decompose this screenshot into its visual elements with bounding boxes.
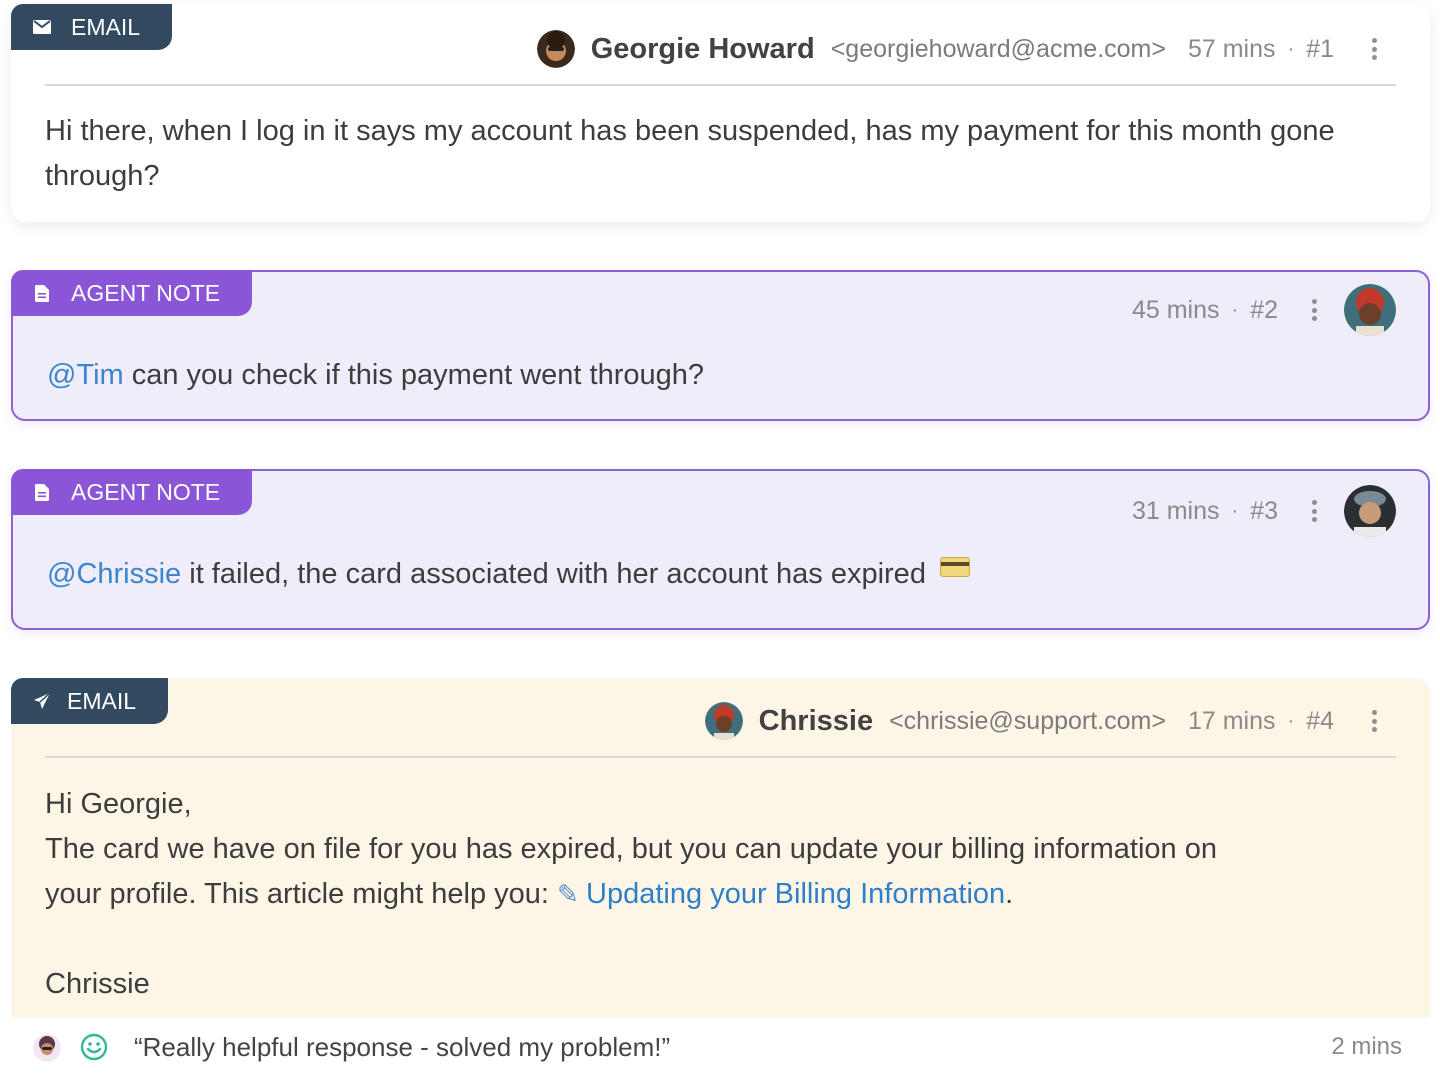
separator: · [1287,709,1295,732]
email-tag: EMAIL [11,4,173,50]
body-line: your profile. This article might help yo… [45,872,1415,917]
separator: · [1231,298,1239,321]
tag-label: EMAIL [71,13,141,40]
paper-plane-icon [33,692,51,710]
sender-name[interactable]: Chrissie [759,705,873,738]
signature: Chrissie [45,968,150,1000]
mention[interactable]: @Chrissie [47,558,181,590]
message-body: Hi Georgie, The card we have on file for… [45,782,1415,1007]
note-text: it failed, the card associated with her … [181,558,926,590]
sender-email: <chrissie@support.com> [889,706,1166,735]
feedback-quote: “Really helpful response - solved my pro… [134,1032,671,1062]
tag-label: AGENT NOTE [71,279,221,306]
message-number: #3 [1250,496,1278,525]
message-time: 17 mins [1187,706,1276,735]
message-time: 45 mins [1131,295,1220,324]
document-icon [33,483,51,501]
avatar[interactable] [1344,284,1396,336]
message-2: AGENT NOTE 45 mins · #2 @Tim can you che… [11,270,1430,421]
greeting: Hi Georgie, [45,788,192,820]
more-options-icon[interactable] [1372,38,1378,60]
sender-name[interactable]: Georgie Howard [591,33,815,66]
message-1: EMAIL Georgie Howard <georgiehoward@acme… [11,4,1430,222]
avatar[interactable] [33,1034,61,1062]
tag-label: AGENT NOTE [71,478,221,505]
message-body: Hi there, when I log in it says my accou… [45,115,1335,192]
message-number: #1 [1306,34,1334,63]
pencil-icon: ✎ [557,879,587,909]
more-options-icon[interactable] [1312,299,1318,321]
separator: · [1287,37,1295,60]
body-line-suffix: . [1005,878,1014,910]
mention[interactable]: @Tim [47,359,124,391]
message-meta: 31 mins · #3 [1132,485,1396,537]
body-line: The card we have on file for you has exp… [45,833,1217,865]
tag-label: EMAIL [67,687,137,714]
body-line-prefix: your profile. This article might help yo… [45,878,558,910]
message-4: EMAIL Chrissie <chrissie@support.com> 17… [11,678,1430,1023]
message-meta: Chrissie <chrissie@support.com> 17 mins … [704,702,1378,740]
feedback-bar: “Really helpful response - solved my pro… [0,1018,1440,1081]
message-number: #4 [1306,706,1334,735]
message-time: 31 mins [1131,496,1220,525]
separator: · [1231,499,1239,522]
avatar[interactable] [1344,485,1396,537]
email-tag: EMAIL [11,678,169,724]
avatar[interactable] [536,30,575,68]
more-options-icon[interactable] [1372,710,1378,732]
message-3: AGENT NOTE 31 mins · #3 @Chrissie it fai… [11,469,1430,630]
message-time: 57 mins [1187,34,1276,63]
message-body: @Chrissie it failed, the card associated… [47,552,971,597]
message-number: #2 [1250,295,1278,324]
sender-email: <georgiehoward@acme.com> [830,34,1166,63]
avatar[interactable] [704,702,743,740]
agent-note-tag: AGENT NOTE [11,270,253,316]
feedback-time: 2 mins [1331,1033,1402,1060]
agent-note-tag: AGENT NOTE [11,469,253,515]
divider [45,756,1396,758]
note-text: can you check if this payment went throu… [123,359,705,391]
divider [45,84,1396,86]
article-link[interactable]: Updating your Billing Information [586,878,1005,910]
more-options-icon[interactable] [1312,500,1318,522]
message-meta: Georgie Howard <georgiehoward@acme.com> … [536,30,1378,68]
credit-card-icon [940,557,971,577]
smiley-icon [80,1033,108,1061]
message-meta: 45 mins · #2 [1132,284,1396,336]
envelope-icon [33,18,51,36]
message-body: @Tim can you check if this payment went … [47,353,704,398]
document-icon [33,284,51,302]
